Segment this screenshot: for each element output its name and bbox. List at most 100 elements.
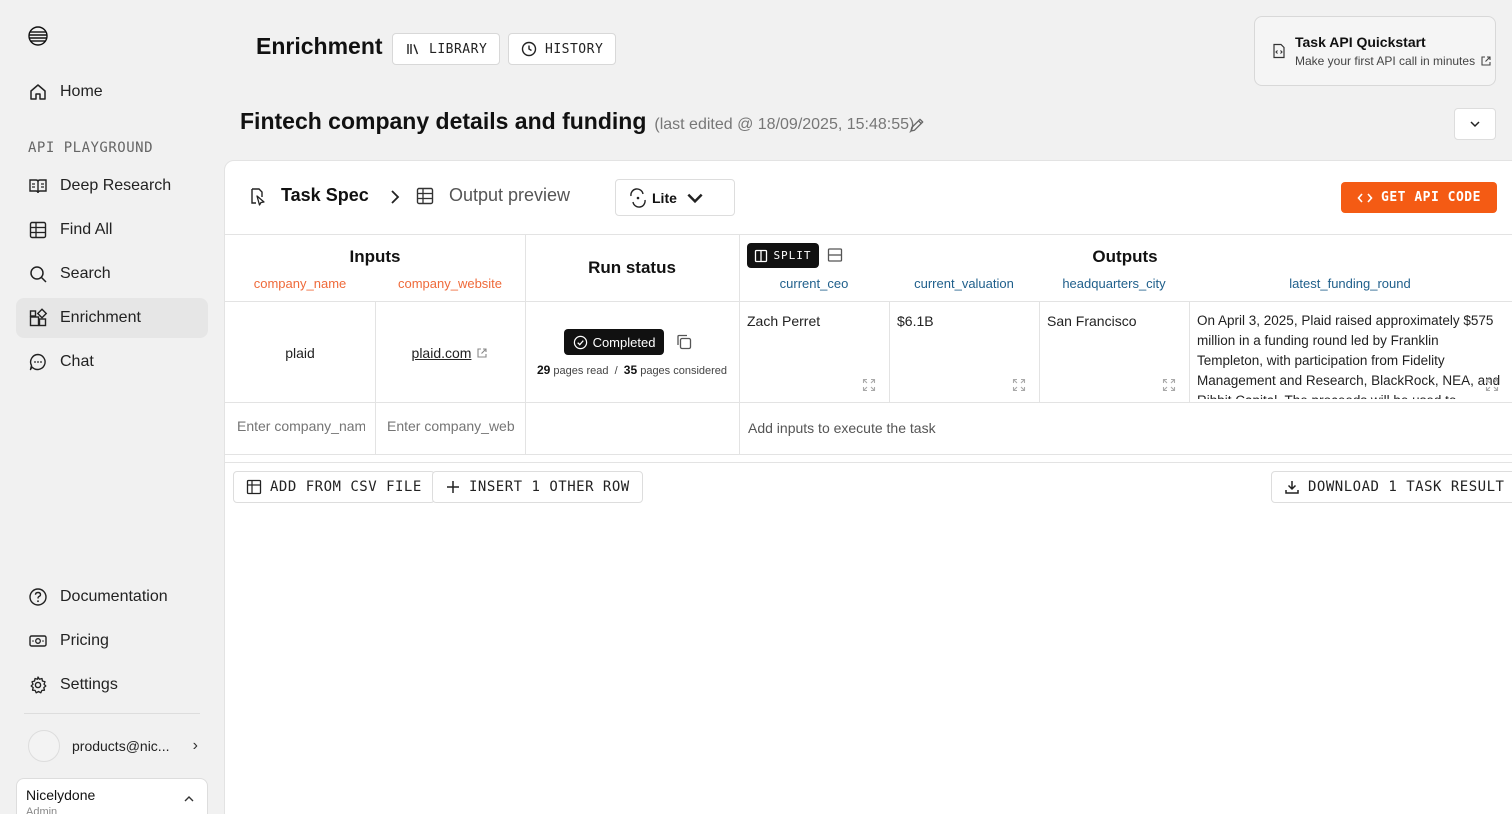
split-icon [755, 249, 768, 262]
tab-output-preview[interactable]: Output preview [415, 185, 570, 206]
tab-task-spec[interactable]: Task Spec [247, 185, 369, 206]
table-icon [416, 187, 434, 204]
processor-icon [630, 187, 646, 208]
sidebar-item-home[interactable]: Home [16, 72, 208, 112]
download-label: DOWNLOAD 1 TASK RESULT [1308, 479, 1505, 495]
table-divider [739, 235, 740, 454]
sidebar-item-label: Search [60, 265, 111, 282]
sidebar-item-label: Settings [60, 676, 118, 693]
cell-company-website[interactable]: plaid.com [375, 345, 525, 361]
insert-row-button[interactable]: INSERT 1 OTHER ROW [432, 471, 643, 503]
org-role: Admin [26, 806, 58, 814]
quickstart-title: Task API Quickstart [1295, 34, 1426, 50]
table-divider [375, 301, 376, 454]
org-name: Nicelydone [26, 787, 96, 803]
processor-value: Lite [652, 189, 677, 206]
run-status-header: Run status [588, 258, 676, 277]
status-badge[interactable]: Completed [564, 329, 664, 355]
insert-label: INSERT 1 OTHER ROW [469, 479, 630, 495]
stacked-view-icon[interactable] [827, 247, 843, 263]
task-spec-icon [251, 187, 265, 206]
sidebar-item-chat[interactable]: Chat [16, 342, 208, 382]
expand-icon[interactable] [1485, 378, 1499, 392]
sidebar: Home API PLAYGROUND Deep Research Find A… [0, 0, 224, 814]
sidebar-item-documentation[interactable]: Documentation [16, 577, 208, 617]
sidebar-divider [24, 713, 200, 714]
cell-company-name[interactable]: plaid [225, 345, 375, 361]
user-menu[interactable]: products@nic... › [28, 730, 198, 762]
sidebar-item-label: Home [60, 83, 103, 100]
sidebar-item-find-all[interactable]: Find All [16, 210, 208, 250]
tab-task-spec-label: Task Spec [281, 185, 369, 205]
chevron-right-icon: › [192, 737, 198, 754]
website-link[interactable]: plaid.com [412, 345, 472, 361]
outputs-header: Outputs [1092, 247, 1158, 266]
sidebar-item-deep-research[interactable]: Deep Research [16, 166, 208, 206]
book-icon [29, 179, 47, 194]
clock-icon [521, 41, 537, 57]
api-button-label: GET API CODE [1381, 190, 1481, 205]
column-header-current-valuation[interactable]: current_valuation [889, 276, 1039, 291]
cell-current-ceo[interactable]: Zach Perret [747, 313, 820, 329]
sidebar-item-search[interactable]: Search [16, 254, 208, 294]
task-title-row: Fintech company details and funding (las… [240, 108, 914, 135]
pages-considered-label: pages considered [640, 365, 728, 377]
download-results-button[interactable]: DOWNLOAD 1 TASK RESULT [1271, 471, 1512, 503]
cell-headquarters-city[interactable]: San Francisco [1047, 313, 1136, 329]
table-divider [1189, 301, 1190, 402]
cell-latest-funding-round[interactable]: On April 3, 2025, Plaid raised approxima… [1197, 311, 1501, 399]
sidebar-item-pricing[interactable]: Pricing [16, 621, 208, 661]
table-divider [1039, 301, 1040, 402]
status-label: Completed [592, 334, 656, 350]
library-icon [407, 44, 419, 55]
pencil-icon[interactable] [907, 115, 927, 135]
split-label: SPLIT [773, 249, 812, 262]
processor-select[interactable]: Lite [615, 179, 735, 216]
column-header-company-website[interactable]: company_website [375, 276, 525, 291]
org-switcher[interactable]: Nicelydone Admin [16, 778, 208, 814]
empty-outputs-hint: Add inputs to execute the task [748, 420, 936, 436]
column-header-headquarters-city[interactable]: headquarters_city [1039, 276, 1189, 291]
pages-considered-count: 35 [623, 363, 638, 377]
expand-icon[interactable] [862, 378, 876, 392]
quickstart-card[interactable]: Task API Quickstart Make your first API … [1254, 16, 1496, 86]
parallel-logo-icon[interactable] [28, 26, 48, 46]
table-divider [225, 301, 1512, 302]
get-api-code-button[interactable]: GET API CODE [1341, 182, 1497, 213]
code-file-icon [1273, 43, 1285, 59]
column-header-current-ceo[interactable]: current_ceo [739, 276, 889, 291]
plus-icon [447, 481, 459, 493]
sidebar-item-label: Find All [60, 221, 113, 238]
expand-icon[interactable] [1162, 378, 1176, 392]
pages-separator: / [614, 365, 618, 377]
section-label-api-playground: API PLAYGROUND [28, 140, 154, 156]
copy-icon[interactable] [675, 333, 693, 351]
pages-stats: 29 pages read / 35 pages considered [537, 363, 727, 377]
split-view-button[interactable]: SPLIT [747, 243, 819, 268]
chevron-down-icon [687, 193, 703, 203]
last-edited: (last edited @ 18/09/2025, 15:48:55) [654, 116, 915, 133]
chat-icon [29, 353, 46, 371]
collapse-button[interactable] [1454, 108, 1496, 140]
sidebar-item-enrichment[interactable]: Enrichment [16, 298, 208, 338]
download-icon [1285, 481, 1299, 494]
column-header-company-name[interactable]: company_name [225, 276, 375, 291]
code-icon [1357, 192, 1373, 203]
expand-icon[interactable] [1012, 378, 1026, 392]
cell-current-valuation[interactable]: $6.1B [897, 313, 934, 329]
sidebar-item-label: Chat [60, 353, 94, 370]
column-header-latest-funding-round[interactable]: latest_funding_round [1275, 276, 1425, 291]
sidebar-item-settings[interactable]: Settings [16, 665, 208, 705]
company-website-input[interactable] [387, 418, 515, 434]
library-button[interactable]: LIBRARY [392, 33, 501, 65]
company-name-input[interactable] [237, 418, 365, 434]
page-title: Enrichment [256, 33, 383, 59]
task-toolbar: Task Spec Output preview Lite GET API CO… [225, 161, 1512, 235]
avatar [28, 730, 60, 762]
money-icon [29, 635, 47, 647]
table-icon [29, 221, 47, 239]
history-button[interactable]: HISTORY [508, 33, 617, 65]
external-link-icon [1481, 56, 1491, 66]
add-from-csv-button[interactable]: ADD FROM CSV FILE [233, 471, 435, 503]
table-divider [889, 301, 890, 402]
